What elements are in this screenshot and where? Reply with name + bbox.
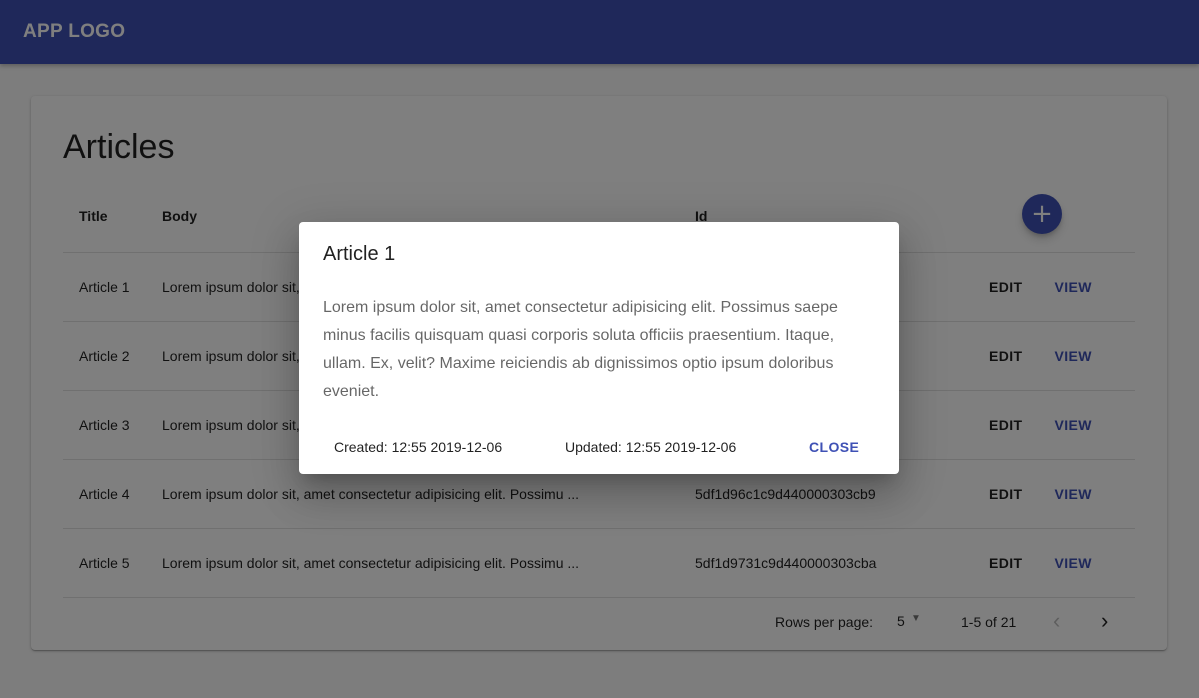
dialog-body: Lorem ipsum dolor sit, amet consectetur … [323,299,838,400]
close-button[interactable]: CLOSE [801,433,867,461]
article-dialog: Article 1 Lorem ipsum dolor sit, amet co… [299,222,899,474]
dialog-title: Article 1 [323,243,396,265]
dialog-footer: Created: 12:55 2019-12-06 Updated: 12:55… [299,430,899,466]
updated-timestamp: Updated: 12:55 2019-12-06 [565,439,737,455]
created-timestamp: Created: 12:55 2019-12-06 [334,439,503,455]
